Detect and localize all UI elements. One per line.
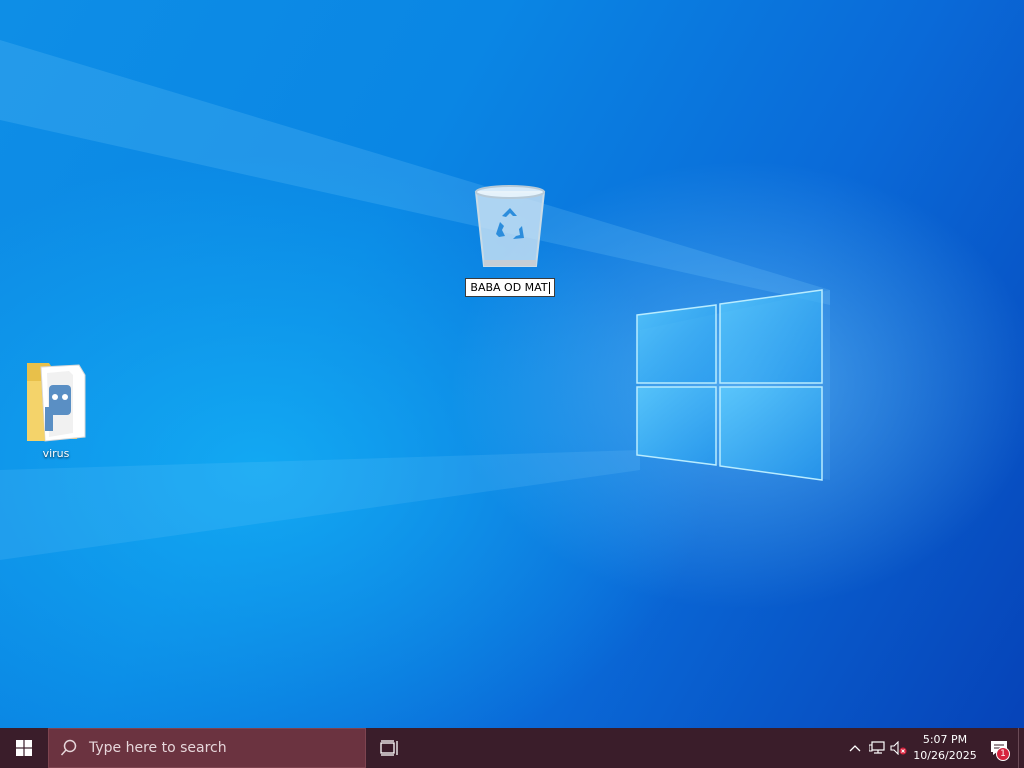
task-view-button[interactable] xyxy=(366,728,414,768)
system-tray: 5:07 PM 10/26/2025 1 xyxy=(844,728,1024,768)
clock-date: 10/26/2025 xyxy=(913,749,977,762)
chevron-up-icon xyxy=(849,745,861,752)
notification-badge: 1 xyxy=(996,747,1010,761)
search-icon xyxy=(49,739,89,757)
volume-muted-icon xyxy=(890,741,907,755)
volume-button[interactable] xyxy=(888,728,910,768)
show-desktop-button[interactable] xyxy=(1018,728,1024,768)
rename-text: BABA OD MAT xyxy=(470,281,548,294)
network-icon xyxy=(869,741,885,754)
task-view-icon xyxy=(380,740,398,756)
action-center-button[interactable]: 1 xyxy=(980,728,1018,768)
taskbar-search-box[interactable]: Type here to search xyxy=(48,728,366,768)
virus-folder-label: virus xyxy=(42,447,70,460)
rename-textbox[interactable]: BABA OD MAT xyxy=(465,278,555,297)
search-placeholder: Type here to search xyxy=(89,740,227,756)
windows-logo-wallpaper xyxy=(636,289,823,481)
windows-start-icon xyxy=(16,740,32,756)
clock[interactable]: 5:07 PM 10/26/2025 xyxy=(910,732,980,764)
recycle-bin-desktop-icon[interactable]: BABA OD MAT xyxy=(465,182,555,297)
virus-folder-desktop-icon[interactable]: virus xyxy=(18,355,94,460)
show-hidden-icons-button[interactable] xyxy=(844,728,866,768)
folder-icon xyxy=(27,363,86,442)
clock-time: 5:07 PM xyxy=(922,733,968,746)
recycle-bin-icon xyxy=(474,185,546,267)
start-button[interactable] xyxy=(0,728,48,768)
network-button[interactable] xyxy=(866,728,888,768)
taskbar: Type here to search 5:07 PM 10/26/2025 1 xyxy=(0,728,1024,768)
text-caret xyxy=(548,282,550,294)
desktop[interactable]: BABA OD MAT virus xyxy=(0,0,1024,728)
wallpaper-beams xyxy=(0,40,830,560)
